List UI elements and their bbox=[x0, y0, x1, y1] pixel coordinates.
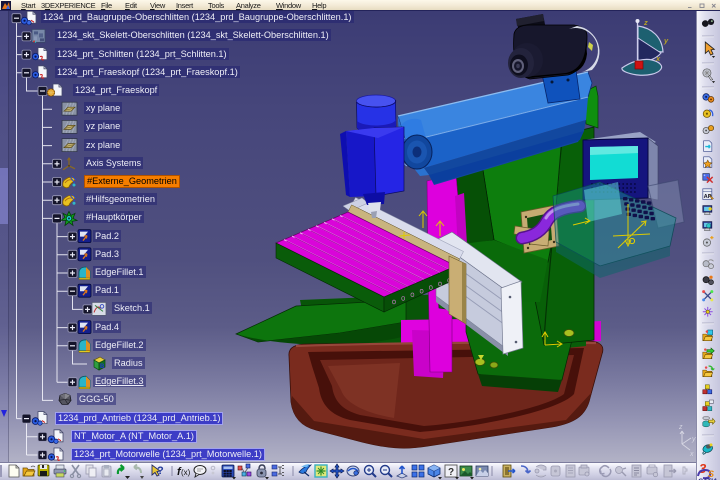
svg-text:?: ? bbox=[448, 467, 454, 478]
svg-text:?: ? bbox=[157, 465, 164, 477]
svg-text:(x): (x) bbox=[181, 468, 191, 477]
svg-text:3: 3 bbox=[699, 461, 707, 476]
